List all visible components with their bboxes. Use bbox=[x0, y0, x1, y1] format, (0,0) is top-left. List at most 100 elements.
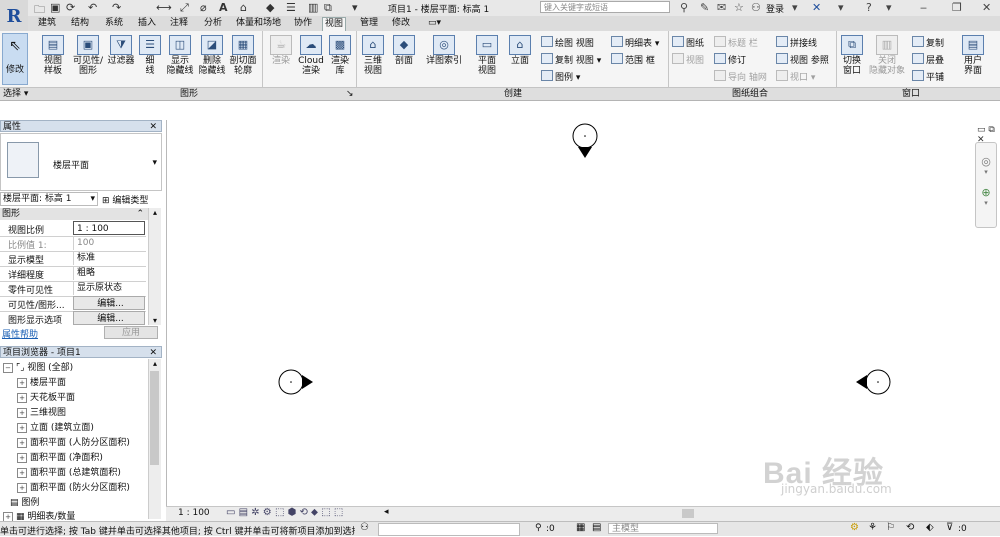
tab-insert[interactable]: 插入 bbox=[136, 17, 158, 30]
tree-item-area-fire[interactable]: + 面积平面 (防火分区面积) bbox=[17, 482, 130, 494]
thin-lines-button[interactable]: ☰ 细 线 bbox=[138, 35, 162, 76]
tree-item-area-net[interactable]: + 面积平面 (净面积) bbox=[17, 452, 103, 464]
tree-item-area-gross[interactable]: + 面积平面 (总建筑面积) bbox=[17, 467, 121, 479]
workset-icon[interactable]: ⚇ bbox=[360, 522, 369, 533]
status-icon-pinned[interactable]: ⚐ bbox=[886, 522, 895, 533]
expand-toggle-icon[interactable]: + bbox=[17, 393, 27, 403]
revisions-button[interactable]: 修订 bbox=[714, 53, 746, 67]
status-icon-links[interactable]: ⚙ bbox=[850, 522, 859, 533]
app-menu-button[interactable]: R bbox=[0, 0, 28, 32]
edit-button[interactable]: 编辑... bbox=[73, 296, 145, 310]
scroll-thumb[interactable] bbox=[150, 371, 159, 465]
user-icon[interactable]: ⚇ bbox=[751, 1, 761, 14]
3d-icon[interactable]: ⌂ bbox=[240, 1, 247, 14]
render-gallery-button[interactable]: ▩ 渲染 库 bbox=[326, 35, 354, 76]
sheet-button[interactable]: 图纸 bbox=[672, 36, 704, 50]
tab-manage[interactable]: 管理 bbox=[358, 17, 380, 30]
prop-value[interactable]: 标准 bbox=[73, 251, 145, 265]
tab-massing[interactable]: 体量和场地 bbox=[234, 17, 283, 30]
modify-button[interactable]: ⇖ 修改 bbox=[2, 33, 28, 85]
status-icon-select-faces[interactable]: ⟲ bbox=[906, 522, 914, 533]
expand-toggle-icon[interactable]: + bbox=[17, 438, 27, 448]
login-link[interactable]: 登录 bbox=[766, 2, 784, 15]
elevation-button[interactable]: ⌂ 立面 bbox=[506, 35, 534, 66]
scroll-up-icon[interactable]: ▴ bbox=[149, 208, 161, 217]
duplicate-view-button[interactable]: 复制 视图 ▾ bbox=[541, 53, 601, 67]
place-view-button[interactable]: 视图 bbox=[672, 53, 704, 67]
login-dropdown-icon[interactable]: ▾ bbox=[792, 1, 798, 14]
view-reference-button[interactable]: 视图 参照 bbox=[776, 53, 829, 67]
show-hidden-lines-button[interactable]: ◫ 显示 隐藏线 bbox=[164, 35, 196, 76]
tree-item-floor-plans[interactable]: + 楼层平面 bbox=[17, 377, 66, 389]
close-hidden-button[interactable]: ▥ 关闭 隐藏对象 bbox=[866, 35, 908, 76]
prop-row-detail-level[interactable]: 详细程度 粗略 bbox=[0, 266, 146, 282]
close-icon[interactable]: ✕ bbox=[982, 1, 991, 14]
qa-menu-icon[interactable]: ▾ bbox=[352, 1, 358, 14]
prop-value[interactable]: 粗略 bbox=[73, 266, 145, 280]
zoom-region-icon[interactable]: ⊕ bbox=[976, 186, 996, 199]
remove-hidden-lines-button[interactable]: ◪ 删除 隐藏线 bbox=[196, 35, 228, 76]
tag-icon[interactable]: ⌀ bbox=[200, 1, 207, 14]
tab-extra-toggle[interactable]: ▭▾ bbox=[426, 17, 443, 30]
tab-analyze[interactable]: 分析 bbox=[202, 17, 224, 30]
subscription-icon[interactable]: ✎ bbox=[700, 1, 709, 14]
horizontal-scroll-thumb[interactable] bbox=[682, 509, 694, 518]
elevation-marker-east[interactable] bbox=[856, 369, 891, 395]
graphics-section-header[interactable]: 图形 ⌃ bbox=[0, 208, 148, 220]
communication-icon[interactable]: ✉ bbox=[717, 1, 726, 14]
collapse-toggle-icon[interactable]: − bbox=[3, 363, 13, 373]
properties-help-link[interactable]: 属性帮助 bbox=[2, 327, 38, 340]
prop-row-scale[interactable]: 视图比例 1 : 100 bbox=[0, 221, 146, 237]
callout-button[interactable]: ◎ 详图索引 bbox=[422, 35, 466, 66]
scroll-down-icon[interactable]: ▾ bbox=[149, 316, 161, 325]
tab-architecture[interactable]: 建筑 bbox=[36, 17, 58, 30]
prop-row-display-model[interactable]: 显示模型 标准 bbox=[0, 251, 146, 267]
measure-icon[interactable]: ⟷ bbox=[156, 1, 172, 14]
section-button[interactable]: ◆ 剖面 bbox=[390, 35, 418, 66]
section-icon[interactable]: ◆ bbox=[266, 1, 274, 14]
expand-toggle-icon[interactable]: + bbox=[17, 408, 27, 418]
sync-icon[interactable]: ⟳ bbox=[66, 1, 75, 14]
undo-icon[interactable]: ↶ bbox=[88, 1, 97, 14]
view-control-icons[interactable]: ▭ ▤ ✲ ⚙ ⬚ ⬢ ⟲ ⬥ ⬚ ⬚ bbox=[226, 507, 343, 518]
legends-button[interactable]: 图例 ▾ bbox=[541, 70, 580, 84]
tree-item-ceiling-plans[interactable]: + 天花板平面 bbox=[17, 392, 75, 404]
properties-close-icon[interactable]: ✕ bbox=[149, 121, 157, 133]
tab-view[interactable]: 视图 bbox=[322, 17, 347, 31]
tree-item-schedules[interactable]: + ▦ 明细表/数量 bbox=[3, 511, 75, 521]
expand-toggle-icon[interactable]: + bbox=[17, 468, 27, 478]
tree-item-legends[interactable]: ▤ 图例 bbox=[10, 497, 39, 509]
browser-close-icon[interactable]: ✕ bbox=[149, 347, 157, 359]
tab-annotate[interactable]: 注释 bbox=[168, 17, 190, 30]
expand-toggle-icon[interactable]: + bbox=[17, 483, 27, 493]
binoculars-icon[interactable]: ⚲ bbox=[680, 1, 688, 14]
prop-row-parts-visibility[interactable]: 零件可见性 显示原状态 bbox=[0, 281, 146, 297]
instance-selector[interactable]: 楼层平面: 标高 1 ▾ bbox=[0, 192, 98, 206]
help-icon[interactable]: ? bbox=[866, 1, 872, 14]
tab-structure[interactable]: 结构 bbox=[69, 17, 91, 30]
redo-icon[interactable]: ↷ bbox=[112, 1, 121, 14]
help-dropdown-icon[interactable]: ▾ bbox=[886, 1, 892, 14]
elevation-marker-north[interactable] bbox=[572, 123, 598, 158]
prop-row-graphic-display[interactable]: 图形显示选项 编辑... bbox=[0, 311, 146, 325]
tree-item-3d-views[interactable]: + 三维视图 bbox=[17, 407, 66, 419]
expand-toggle-icon[interactable]: + bbox=[3, 512, 13, 521]
dropdown-icon[interactable]: ▾ bbox=[838, 1, 844, 14]
expand-toggle-icon[interactable]: + bbox=[17, 423, 27, 433]
dimension-icon[interactable]: ⤢ bbox=[180, 1, 189, 15]
switch-windows-button[interactable]: ⧉ 切换 窗口 bbox=[838, 35, 866, 76]
steering-wheel-icon[interactable]: ◎ bbox=[976, 155, 996, 168]
tab-modify[interactable]: 修改 bbox=[390, 17, 412, 30]
drafting-view-button[interactable]: 绘图 视图 bbox=[541, 36, 594, 50]
design-options-icon[interactable]: ▦ bbox=[576, 522, 585, 533]
browser-scrollbar[interactable]: ▴ bbox=[148, 359, 161, 519]
minimize-icon[interactable]: ‒ bbox=[920, 1, 927, 14]
close-hidden-icon[interactable]: ▥ bbox=[308, 1, 318, 14]
tree-item-area-civil-defense[interactable]: + 面积平面 (人防分区面积) bbox=[17, 437, 130, 449]
edit-button[interactable]: 编辑... bbox=[73, 311, 145, 325]
prop-value-input[interactable]: 1 : 100 bbox=[73, 221, 145, 235]
user-interface-button[interactable]: ▤ 用户 界面 bbox=[958, 35, 988, 76]
expand-toggle-icon[interactable]: + bbox=[17, 378, 27, 388]
filter-icon[interactable]: ⊽ bbox=[946, 522, 953, 533]
replicate-button[interactable]: 复制 bbox=[912, 36, 944, 50]
